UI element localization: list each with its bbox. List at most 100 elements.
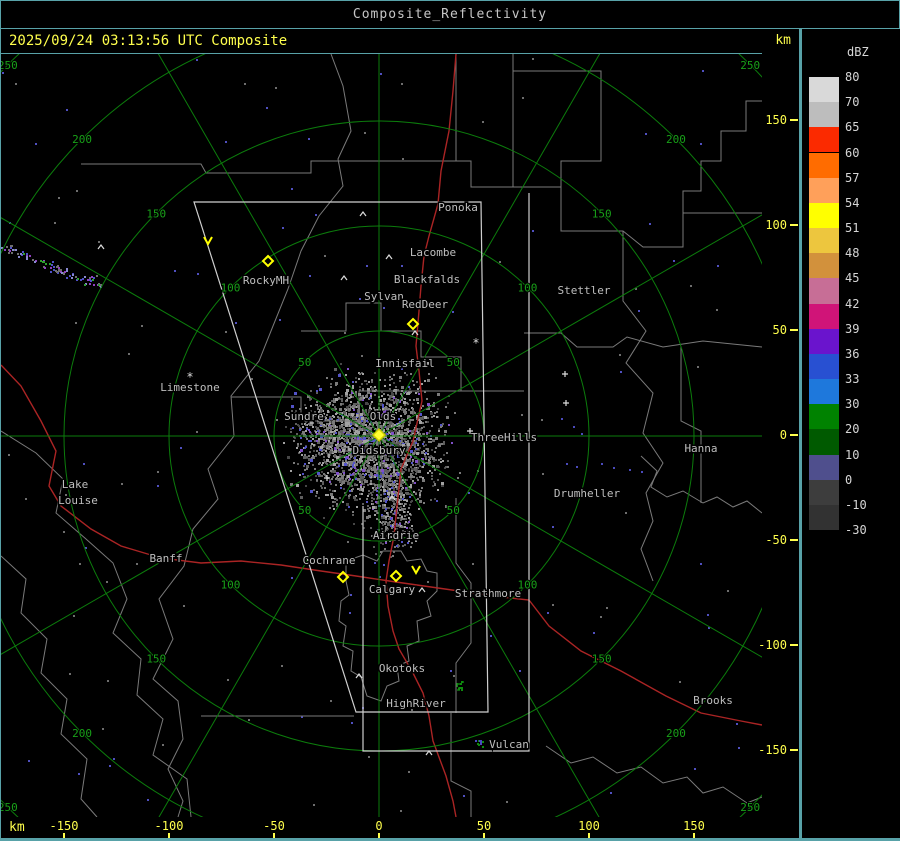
- town-caret-icon: [385, 254, 393, 260]
- colorbar-value: 54: [845, 195, 860, 210]
- colorbar-band: [809, 152, 839, 178]
- colorbar-value: 60: [845, 145, 860, 160]
- city-label-sylvan: Sylvan: [364, 290, 404, 303]
- colorbar-value: -30: [845, 523, 867, 538]
- city-label-okotoks: Okotoks: [379, 662, 425, 675]
- ring-distance-label: 200: [666, 133, 686, 146]
- colorbar-value: 65: [845, 120, 860, 135]
- right-axis-tick: [790, 329, 798, 331]
- colorbar-value: 57: [845, 170, 860, 185]
- yellow-vector-icon: [203, 236, 213, 247]
- bottom-axis-label: -100: [154, 819, 184, 833]
- right-axis-tick: [790, 119, 798, 121]
- ring-distance-label: 250: [0, 801, 18, 814]
- city-label-didsbury: Didsbury: [353, 444, 406, 457]
- city-label-innisfail: Innisfail: [375, 357, 435, 370]
- colorbar-band: [809, 278, 839, 304]
- vertical-axis-unit: km: [775, 33, 791, 48]
- city-label-stettler: Stettler: [558, 284, 611, 297]
- radar-site-diamond-icon: [389, 569, 403, 583]
- colorbar-value: 70: [845, 95, 860, 110]
- town-caret-icon: [97, 244, 105, 250]
- boundary-line: [455, 498, 472, 713]
- colorbar-band: [809, 479, 839, 505]
- ring-distance-label: 250: [740, 801, 760, 814]
- city-label-ponoka: Ponoka: [438, 201, 478, 214]
- ring-distance-label: 50: [298, 504, 311, 517]
- boundary-line: [456, 54, 514, 188]
- city-label-olds: Olds: [370, 410, 397, 423]
- boundary-line: [545, 745, 763, 804]
- right-axis-tick: [790, 749, 798, 751]
- city-label-lacombe: Lacombe: [410, 246, 456, 259]
- colorbar-value: 48: [845, 246, 860, 261]
- city-label-banff: Banff: [149, 552, 182, 565]
- colorbar-value: 33: [845, 372, 860, 387]
- map-layers: 50 5050 50100 100100 100150 150150 150200 20020…: [0, 54, 763, 818]
- right-axis-label: 0: [779, 428, 787, 442]
- city-label-threehills: ThreeHills: [471, 431, 537, 444]
- yellow-vector-icon: [411, 565, 421, 576]
- right-axis-tick: [790, 644, 798, 646]
- panel-separator: [799, 29, 802, 841]
- right-axis-label: 150: [765, 113, 787, 127]
- ring-distance-label: 100: [518, 282, 538, 295]
- colorbar-band: [809, 253, 839, 279]
- bottom-axis: km -150 -100 -50 0 50 100 150: [0, 817, 801, 839]
- colorbar-value: 20: [845, 422, 860, 437]
- bottom-axis-label: -150: [49, 819, 79, 833]
- town-plus-icon: [563, 400, 569, 406]
- boundary-line: [513, 70, 602, 188]
- town-caret-icon: [418, 587, 426, 593]
- bottom-axis-label: 100: [578, 819, 600, 833]
- boundary-line: [1, 555, 98, 818]
- city-label-lake: Lake: [62, 478, 89, 491]
- colorbar-value: 10: [845, 447, 860, 462]
- ring-distance-label: 250: [0, 59, 18, 72]
- bottom-axis-unit: km: [9, 820, 25, 835]
- city-label-blackfalds: Blackfalds: [394, 273, 460, 286]
- ring-distance-label: 100: [221, 578, 241, 591]
- ring-distance-label: 150: [592, 653, 612, 666]
- right-axis-tick: [790, 434, 798, 436]
- right-axis-label: -100: [758, 638, 787, 652]
- ring-distance-label: 150: [146, 653, 166, 666]
- city-label-louise: Louise: [58, 494, 98, 507]
- map-markers: **: [97, 211, 569, 756]
- ring-distance-label: 200: [666, 727, 686, 740]
- color-scale-panel: dBZ 80 70 65 60 57 54 51 48 45 42 39 36 33 30 20 10 0 -10…: [803, 29, 900, 838]
- colorbar-value: 39: [845, 321, 860, 336]
- colorbar-band: [809, 328, 839, 354]
- colorbar-value: 36: [845, 346, 860, 361]
- ring-distance-label: 150: [592, 207, 612, 220]
- colorbar-value: 0: [845, 472, 853, 487]
- colorbar-value: 51: [845, 221, 860, 236]
- city-label-strathmore: Strathmore: [455, 587, 521, 600]
- colorbar-title: dBZ: [847, 45, 869, 59]
- city-label-brooks: Brooks: [693, 694, 733, 707]
- colorbar-band: [809, 177, 839, 203]
- window-title: Composite_Reflectivity: [352, 7, 548, 22]
- echo-speckles: [561, 418, 643, 473]
- ring-distance-label: 200: [72, 133, 92, 146]
- bottom-axis-label: 50: [476, 819, 492, 833]
- bottom-axis-label: -50: [263, 819, 285, 833]
- colorbar-value: -10: [845, 497, 867, 512]
- city-label-sundre: Sundre: [284, 410, 324, 423]
- right-axis-label: 100: [765, 218, 787, 232]
- town-caret-icon: [340, 275, 348, 281]
- boundary-line: [450, 713, 472, 817]
- right-axis: 150 100 50 0 -50 -100 -150: [758, 53, 800, 817]
- ring-distance-label: 50: [447, 356, 460, 369]
- right-axis-label: 50: [772, 323, 787, 337]
- timestamp-row: 2025/09/24 03:13:56 UTC Composite km: [0, 29, 801, 53]
- colorbar-band: [809, 454, 839, 480]
- boundary-line: [682, 100, 762, 213]
- colorbar-value: 45: [845, 271, 860, 286]
- town-caret-icon: [359, 211, 367, 217]
- colorbar-value: 42: [845, 296, 860, 311]
- radar-site-diamond-icon: [406, 317, 420, 331]
- city-label-calgary: Calgary: [369, 583, 416, 596]
- title-bar: Composite_Reflectivity: [0, 0, 900, 29]
- ring-distance-label: 150: [146, 207, 166, 220]
